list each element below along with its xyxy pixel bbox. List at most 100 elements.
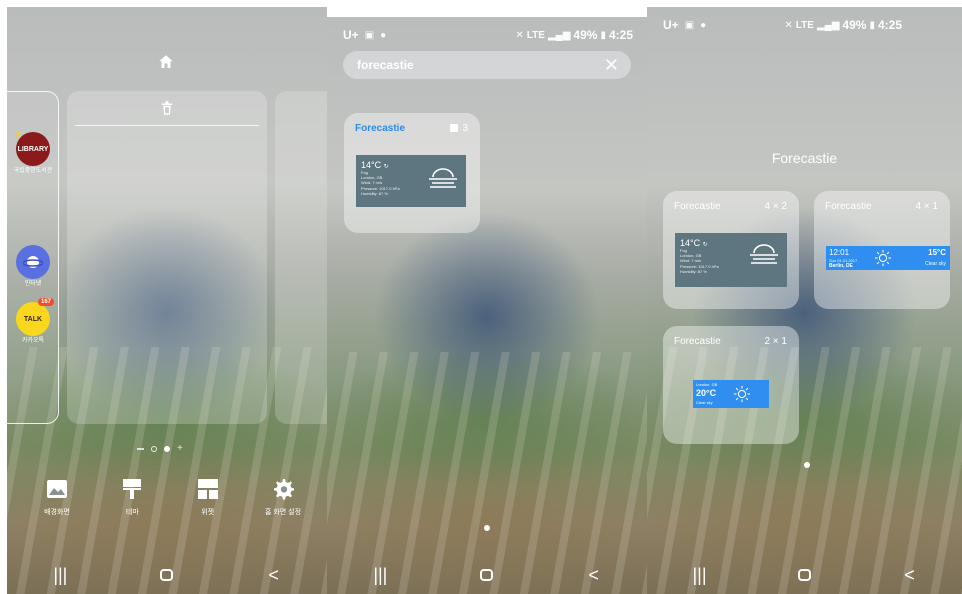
mute-icon: ✕ <box>784 19 793 31</box>
signal-icon: ▂▄▆ <box>816 19 840 31</box>
trash-icon[interactable] <box>158 99 176 117</box>
battery-icon: ▮ <box>869 19 875 31</box>
add-page-icon[interactable]: + <box>177 443 183 454</box>
theme-brush-icon <box>123 479 142 499</box>
weather-widget-preview: 14°C ↻ Fog London, GB Wind: 7 m/s Pressu… <box>356 155 466 207</box>
tool-label: 테마 <box>125 509 139 516</box>
home-nav-button[interactable] <box>785 565 825 586</box>
home-nav-button[interactable] <box>147 565 187 586</box>
back-icon[interactable]: < <box>890 565 930 586</box>
tool-label: 배경화면 <box>44 509 70 516</box>
edit-toolbar: 배경화면 테마 위젯 홈 화면 설정 <box>27 477 313 517</box>
clock: 4:25 <box>608 28 633 42</box>
home-nav-button[interactable] <box>467 565 507 586</box>
home-page-left[interactable]: ★ LIBRARY 국립중앙도서관 인터넷 167 TALK 카카오톡 <box>7 91 59 424</box>
widget-icon <box>197 479 218 499</box>
carrier-label: U+ <box>343 28 359 42</box>
library-app-icon: ★ LIBRARY <box>14 129 50 166</box>
clock: 4:25 <box>877 18 902 32</box>
widget-result-card[interactable]: Forecastie 3 14°C ↻ Fog London, GB Wind:… <box>344 113 480 233</box>
recents-icon[interactable]: ||| <box>360 565 400 586</box>
search-bar[interactable]: ✕ <box>343 51 631 79</box>
signal-icon: ▂▄▆ <box>547 29 571 41</box>
star-icon: ★ <box>14 129 23 139</box>
wallpaper-icon <box>47 480 67 498</box>
home-page-current[interactable] <box>67 91 267 424</box>
app-library[interactable]: ★ LIBRARY 국립중앙도서관 <box>13 129 53 175</box>
back-icon[interactable]: < <box>254 565 294 586</box>
weather-widget-preview: 12:01 Sun 01.01.2017 Berlin, DE 15°C Cle… <box>826 246 950 270</box>
widget-app-name: Forecastie <box>355 123 406 134</box>
widgets-button[interactable]: 위젯 <box>178 477 238 517</box>
notification-badge: 167 <box>37 298 54 306</box>
humidity: Humidity: 87 % <box>361 190 388 196</box>
tool-label: 위젯 <box>201 509 215 516</box>
home-edit-screen: ★ LIBRARY 국립중앙도서관 인터넷 167 TALK 카카오톡 + 배경… <box>7 7 327 594</box>
home-page-right[interactable] <box>275 91 327 424</box>
internet-app-icon <box>16 245 50 279</box>
back-icon[interactable]: < <box>574 565 614 586</box>
widget-size: 4 × 1 <box>915 201 938 212</box>
chat-icon: ● <box>700 19 707 31</box>
widget-count: 3 <box>450 123 468 134</box>
widget-app-title: Forecastie <box>771 150 838 166</box>
widget-option-2x1[interactable]: Forecastie 2 × 1 London, GB 20°C Clear s… <box>663 326 799 444</box>
navigation-bar: ||| < <box>327 556 647 594</box>
navigation-bar: ||| < <box>647 556 962 594</box>
widget-size: 4 × 2 <box>764 201 787 212</box>
widget-size-screen: U+ ▣ ● ✕ LTE ▂▄▆ 49% ▮ 4:25 Forecastie F… <box>647 7 962 594</box>
widget-size: 2 × 1 <box>764 336 787 347</box>
app-internet[interactable]: 인터넷 <box>13 245 53 288</box>
widget-desc: Clear sky <box>696 400 713 405</box>
battery-icon: ▮ <box>600 29 606 41</box>
app-label: 카카오톡 <box>21 338 45 344</box>
widget-city: London, GB <box>696 382 718 387</box>
gallery-icon: ▣ <box>684 19 695 31</box>
theme-button[interactable]: 테마 <box>102 477 162 517</box>
widget-desc: Clear sky <box>925 261 946 267</box>
fog-icon <box>750 244 778 264</box>
page-dot-active[interactable] <box>164 445 170 452</box>
page-dot-active[interactable] <box>484 525 490 531</box>
navigation-bar: ||| < <box>7 556 327 594</box>
home-settings-button[interactable]: 홈 화면 설정 <box>253 477 313 517</box>
widget-temp: 20°C <box>696 388 717 398</box>
mute-icon: ✕ <box>515 29 524 41</box>
weather-widget-preview: 14°C ↻ Fog London, GB Wind: 7 m/s Pressu… <box>675 233 787 287</box>
kakaotalk-app-icon: 167 TALK <box>16 298 54 336</box>
widget-city: Berlin, DE <box>829 263 853 269</box>
gear-icon <box>273 479 294 500</box>
wallpaper-button[interactable]: 배경화면 <box>27 477 87 517</box>
gallery-icon: ▣ <box>364 29 375 41</box>
widget-time: 12:01 <box>829 248 850 257</box>
recents-icon[interactable]: ||| <box>680 565 720 586</box>
app-kakaotalk[interactable]: 167 TALK 카카오톡 <box>13 298 54 345</box>
page-indicator-dash <box>137 447 144 450</box>
page-dot-active[interactable] <box>804 462 810 468</box>
widget-option-4x2[interactable]: Forecastie 4 × 2 14°C ↻ Fog London, GB W… <box>663 191 799 309</box>
page-dot[interactable] <box>151 445 157 452</box>
status-bar: U+ ▣ ● ✕ LTE ▂▄▆ 49% ▮ 4:25 <box>343 25 633 45</box>
home-icon[interactable] <box>157 53 175 71</box>
widget-temp: 15°C <box>928 248 946 257</box>
status-bar: U+ ▣ ● ✕ LTE ▂▄▆ 49% ▮ 4:25 <box>663 15 948 35</box>
sun-icon <box>733 385 751 403</box>
talk-icon-text: TALK <box>23 315 43 323</box>
search-input[interactable] <box>357 58 587 72</box>
widget-option-4x1[interactable]: Forecastie 4 × 1 12:01 Sun 01.01.2017 Be… <box>814 191 950 309</box>
network-label: LTE <box>526 29 545 41</box>
carrier-label: U+ <box>663 18 679 32</box>
network-label: LTE <box>795 19 814 31</box>
stack-icon <box>450 124 459 132</box>
planet-icon <box>23 256 43 268</box>
widget-search-screen: U+ ▣ ● ✕ LTE ▂▄▆ 49% ▮ 4:25 ✕ Forecastie… <box>327 17 647 594</box>
temp-value: 14°C <box>680 238 701 248</box>
fog-icon <box>429 168 457 188</box>
app-label: 국립중앙도서관 <box>13 168 53 174</box>
recents-icon[interactable]: ||| <box>40 565 80 586</box>
library-icon-text: LIBRARY <box>17 145 49 153</box>
divider <box>75 125 259 126</box>
clear-icon[interactable]: ✕ <box>604 56 619 74</box>
widget-name: Forecastie <box>674 336 721 347</box>
weather-widget-preview: London, GB 20°C Clear sky <box>693 380 769 408</box>
